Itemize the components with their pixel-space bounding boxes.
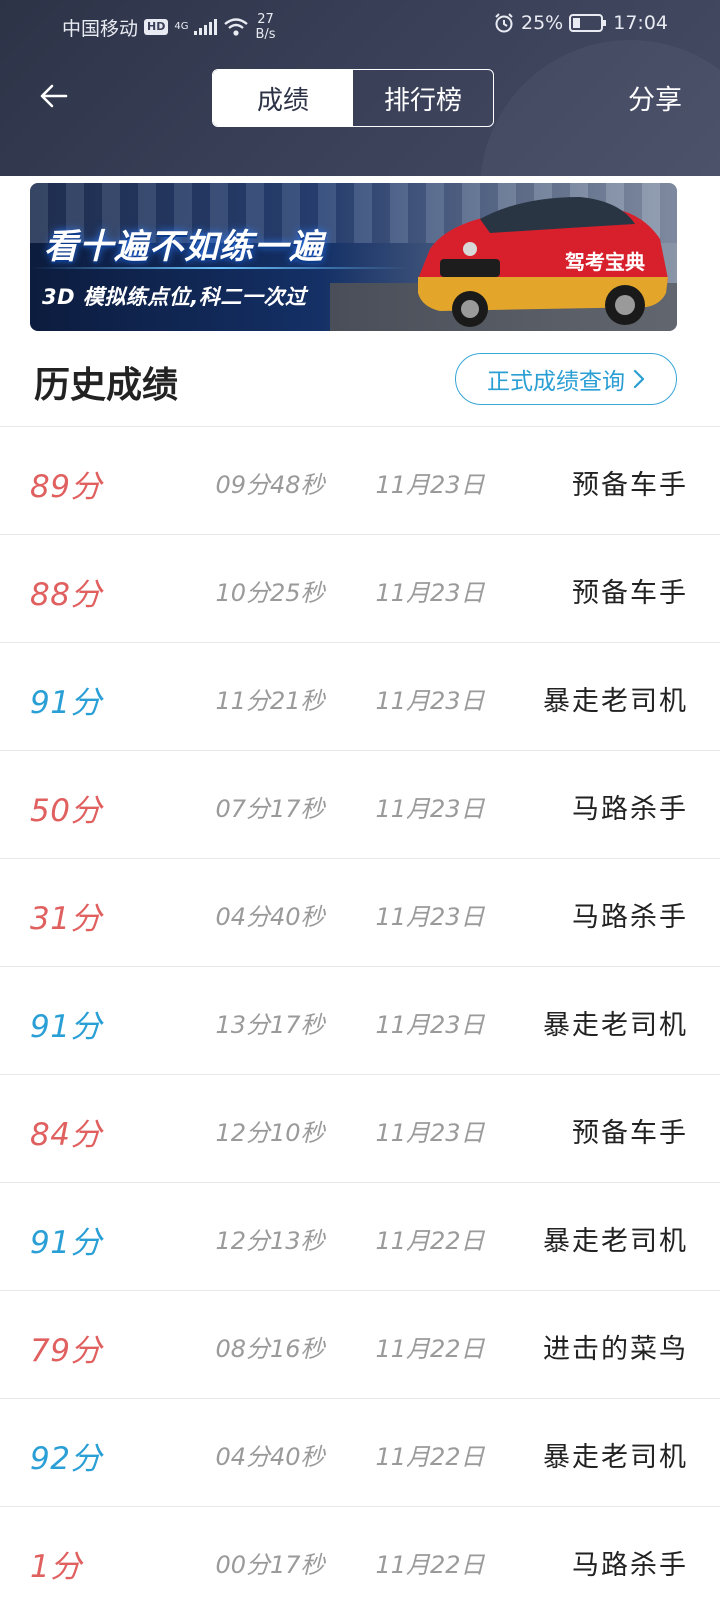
status-left: 中国移动 HD 4G 27 B/s	[62, 12, 276, 42]
score-record-row[interactable]: 91分 13分17秒 11月23日 暴走老司机	[0, 966, 720, 1074]
score-record-row[interactable]: 89分 09分48秒 11月23日 预备车手	[0, 426, 720, 534]
score-record-row[interactable]: 79分 08分16秒 11月22日 进击的菜鸟	[0, 1290, 720, 1398]
battery-percent: 25%	[521, 12, 564, 34]
official-score-query-button[interactable]: 正式成绩查询	[455, 353, 677, 405]
record-score: 31分	[30, 901, 102, 937]
record-score: 84分	[30, 1117, 102, 1153]
car-illustration: 驾考宝典	[418, 197, 668, 327]
record-level: 马路杀手	[572, 794, 688, 825]
network-speed-value: 27	[257, 12, 274, 27]
tab-switcher: 成绩 排行榜	[212, 69, 494, 127]
battery-icon	[569, 14, 607, 32]
banner-subtitle: 3D 模拟练点位,科二一次过	[42, 285, 307, 309]
header-decoration	[480, 40, 720, 176]
hd-badge: HD	[144, 19, 169, 35]
record-level: 马路杀手	[572, 902, 688, 933]
score-record-row[interactable]: 88分 10分25秒 11月23日 预备车手	[0, 534, 720, 642]
record-date: 11月23日	[375, 471, 485, 499]
record-date: 11月22日	[375, 1551, 485, 1579]
record-duration: 12分10秒	[215, 1119, 325, 1147]
score-record-row[interactable]: 1分 00分17秒 11月22日 马路杀手	[0, 1506, 720, 1614]
record-score: 92分	[30, 1441, 102, 1477]
record-score: 89分	[30, 469, 102, 505]
back-button[interactable]	[36, 78, 72, 114]
status-time: 17:04	[613, 12, 668, 34]
record-level: 马路杀手	[572, 1550, 688, 1581]
score-record-row[interactable]: 84分 12分10秒 11月23日 预备车手	[0, 1074, 720, 1182]
record-level: 预备车手	[572, 1118, 688, 1149]
alarm-icon	[495, 13, 513, 33]
header-bar: 中国移动 HD 4G 27 B/s 25% 17:04 成绩 排行榜 分享	[0, 0, 720, 176]
record-level: 预备车手	[572, 578, 688, 609]
score-record-row[interactable]: 50分 07分17秒 11月23日 马路杀手	[0, 750, 720, 858]
record-level: 暴走老司机	[543, 1226, 688, 1257]
record-duration: 04分40秒	[215, 1443, 325, 1471]
record-duration: 08分16秒	[215, 1335, 325, 1363]
score-record-row[interactable]: 92分 04分40秒 11月22日 暴走老司机	[0, 1398, 720, 1506]
section-title: 历史成绩	[34, 365, 179, 406]
record-score: 91分	[30, 685, 102, 721]
network-type: 4G	[174, 21, 189, 32]
record-date: 11月23日	[375, 795, 485, 823]
record-date: 11月23日	[375, 1011, 485, 1039]
banner-title: 看十遍不如练一遍	[44, 227, 324, 267]
record-date: 11月23日	[375, 579, 485, 607]
status-right: 25% 17:04	[493, 12, 668, 34]
arrow-left-icon	[40, 84, 68, 108]
record-date: 11月22日	[375, 1443, 485, 1471]
record-date: 11月23日	[375, 903, 485, 931]
record-level: 进击的菜鸟	[543, 1334, 688, 1365]
record-level: 暴走老司机	[543, 686, 688, 717]
score-history-list: 89分 09分48秒 11月23日 预备车手 88分 10分25秒 11月23日 预备车手 91…	[0, 426, 720, 1614]
score-record-row[interactable]: 91分 12分13秒 11月22日 暴走老司机	[0, 1182, 720, 1290]
record-score: 88分	[30, 577, 102, 613]
record-duration: 09分48秒	[215, 471, 325, 499]
share-button[interactable]: 分享	[628, 78, 682, 117]
car-text: 驾考宝典	[565, 250, 645, 274]
record-date: 11月22日	[375, 1335, 485, 1363]
record-date: 11月23日	[375, 687, 485, 715]
banner-divider	[30, 267, 410, 269]
record-date: 11月22日	[375, 1227, 485, 1255]
record-level: 暴走老司机	[543, 1442, 688, 1473]
record-date: 11月23日	[375, 1119, 485, 1147]
tab-leaderboard[interactable]: 排行榜	[353, 70, 493, 126]
record-score: 1分	[30, 1549, 82, 1585]
query-button-label: 正式成绩查询	[487, 369, 625, 395]
record-duration: 11分21秒	[215, 687, 325, 715]
record-level: 暴走老司机	[543, 1010, 688, 1041]
score-record-row[interactable]: 31分 04分40秒 11月23日 马路杀手	[0, 858, 720, 966]
record-duration: 00分17秒	[215, 1551, 325, 1579]
record-duration: 04分40秒	[215, 903, 325, 931]
record-duration: 10分25秒	[215, 579, 325, 607]
promo-banner[interactable]: 看十遍不如练一遍 3D 模拟练点位,科二一次过 驾考宝典	[30, 183, 677, 331]
record-score: 91分	[30, 1009, 102, 1045]
record-level: 预备车手	[572, 470, 688, 501]
battery-level-fill	[573, 18, 581, 28]
network-speed-unit: B/s	[255, 27, 276, 42]
chevron-right-icon	[633, 369, 645, 389]
record-score: 91分	[30, 1225, 102, 1261]
record-duration: 07分17秒	[215, 795, 325, 823]
record-score: 79分	[30, 1333, 102, 1369]
score-record-row[interactable]: 91分 11分21秒 11月23日 暴走老司机	[0, 642, 720, 750]
wifi-icon	[224, 18, 249, 36]
record-duration: 12分13秒	[215, 1227, 325, 1255]
status-bar: 中国移动 HD 4G 27 B/s 25% 17:04	[0, 0, 720, 52]
network-speed: 27 B/s	[255, 12, 275, 42]
carrier-name: 中国移动	[62, 17, 139, 40]
tab-scores[interactable]: 成绩	[213, 70, 353, 126]
signal-icon	[194, 19, 218, 35]
history-section-header: 历史成绩 正式成绩查询	[0, 340, 720, 426]
record-duration: 13分17秒	[215, 1011, 325, 1039]
record-score: 50分	[30, 793, 102, 829]
